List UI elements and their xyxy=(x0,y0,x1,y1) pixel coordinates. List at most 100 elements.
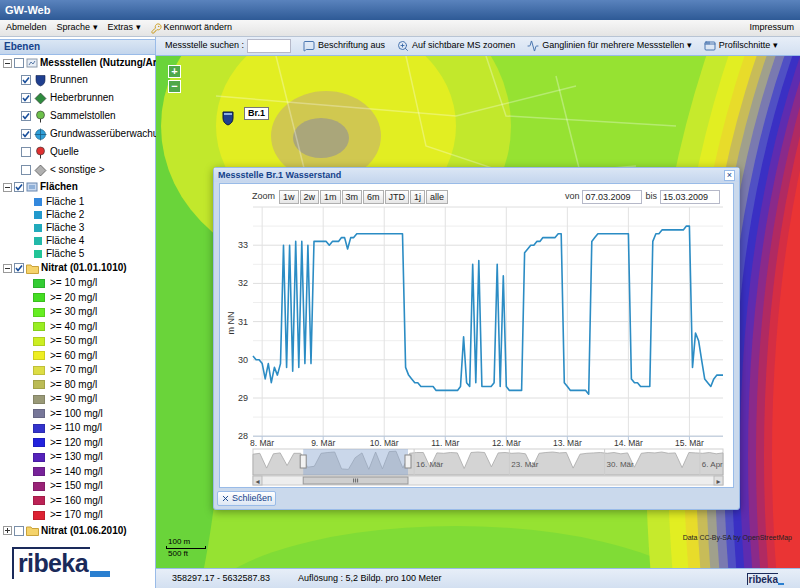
station-layer-label[interactable]: Heberbrunnen xyxy=(50,92,114,104)
area-layer-row[interactable]: Fläche 5 xyxy=(0,247,155,260)
area-layer-row[interactable]: Fläche 1 xyxy=(0,195,155,208)
water-level-chart[interactable]: m NN2829303132338. Mär9. Mär10. Mär11. M… xyxy=(225,205,731,487)
range-button[interactable]: 1j xyxy=(410,190,425,204)
station-layer-row[interactable]: Sammelstollen xyxy=(0,107,155,125)
close-button[interactable]: Schließen xyxy=(217,491,276,506)
layer-group-row[interactable]: Nitrat (01.06.2010) xyxy=(0,523,155,539)
collapse-icon[interactable] xyxy=(3,59,12,68)
legend-label: >= 20 mg/l xyxy=(50,292,97,304)
layer-group-row[interactable]: Messstellen (Nutzung/Art) xyxy=(0,55,155,71)
menu-item[interactable]: Sprache ▾ xyxy=(57,21,98,35)
svg-text:◂: ◂ xyxy=(255,477,259,486)
map-toolbar: Messstelle suchen :Beschriftung ausAuf s… xyxy=(156,37,800,56)
x-tick-label: 12. Mär xyxy=(492,438,521,448)
layer-group-row[interactable]: Nitrat (01.01.1010) xyxy=(0,260,155,276)
x-tick-label: 14. Mär xyxy=(614,438,643,448)
station-layer-label[interactable]: Grundwasserüberwachung xyxy=(50,128,170,140)
layer-checkbox[interactable] xyxy=(14,182,24,192)
to-date-input[interactable] xyxy=(660,190,720,204)
range-button[interactable]: JTD xyxy=(385,190,410,204)
zoom-in-button[interactable]: + xyxy=(168,65,181,78)
toolbar-button[interactable]: Ganglinien für mehrere Messstellen ▾ xyxy=(527,39,692,53)
close-window-button[interactable]: × xyxy=(724,170,735,181)
menu-item[interactable]: Abmelden xyxy=(6,21,47,35)
zoom-out-button[interactable]: − xyxy=(168,80,181,93)
legend-label: >= 60 mg/l xyxy=(50,350,97,362)
area-layer-row[interactable]: Fläche 4 xyxy=(0,234,155,247)
legend-swatch xyxy=(33,496,45,505)
station-search-input[interactable] xyxy=(247,39,291,53)
station-layer-label[interactable]: Quelle xyxy=(50,146,79,158)
layer-checkbox[interactable] xyxy=(21,129,31,139)
collapse-icon[interactable] xyxy=(3,183,12,192)
layer-group: Messstellen (Nutzung/Art) Brunnen Heberbru… xyxy=(0,55,155,179)
station-layer-row[interactable]: Heberbrunnen xyxy=(0,89,155,107)
range-button[interactable]: 6m xyxy=(363,190,384,204)
layer-group-label[interactable]: Flächen xyxy=(40,181,78,193)
station-layer-label[interactable]: Sammelstollen xyxy=(50,110,116,122)
imprint-link[interactable]: Impressum xyxy=(749,21,794,35)
area-layer-row[interactable]: Fläche 3 xyxy=(0,221,155,234)
hydrograph-window[interactable]: Messstelle Br.1 Wasserstand×Zoom1w2w1m3m… xyxy=(213,167,740,510)
expand-icon[interactable] xyxy=(3,526,12,535)
diamond-station-icon xyxy=(34,164,47,177)
layer-group-label[interactable]: Nitrat (01.06.2010) xyxy=(41,525,127,537)
menu-item[interactable]: Extras ▾ xyxy=(108,21,141,35)
range-button[interactable]: 3m xyxy=(342,190,363,204)
toolbar-button[interactable]: Beschriftung aus xyxy=(303,39,385,53)
layer-checkbox[interactable] xyxy=(14,58,24,68)
legend-row: >= 90 mg/l xyxy=(0,392,155,407)
x-tick-label: 15. Mär xyxy=(675,438,704,448)
legend-row: >= 170 mg/l xyxy=(0,508,155,523)
station-layer-row[interactable]: Grundwasserüberwachung xyxy=(0,125,155,143)
chart-navigator: 16. Mär23. Mär30. Mär6. Apr xyxy=(253,449,723,475)
toolbar-button[interactable]: Profilschnitte ▾ xyxy=(704,39,778,53)
station-layer-row[interactable]: < sonstige > xyxy=(0,161,155,179)
zoom-to-stations-icon xyxy=(397,40,409,52)
toolbar-button[interactable]: Auf sichtbare MS zoomen xyxy=(397,39,515,53)
layer-checkbox[interactable] xyxy=(21,111,31,121)
layer-checkbox[interactable] xyxy=(21,75,31,85)
range-button[interactable]: 1m xyxy=(320,190,341,204)
layer-checkbox[interactable] xyxy=(21,165,31,175)
navigator-tick-label: 23. Mär xyxy=(511,460,538,469)
area-layer-label[interactable]: Fläche 4 xyxy=(46,235,84,247)
range-button[interactable]: 2w xyxy=(300,190,320,204)
legend-row: >= 30 mg/l xyxy=(0,305,155,320)
area-layer-label[interactable]: Fläche 5 xyxy=(46,248,84,260)
station-layer-label[interactable]: Brunnen xyxy=(50,74,88,86)
area-layer-row[interactable]: Fläche 2 xyxy=(0,208,155,221)
y-tick-label: 32 xyxy=(238,278,248,288)
legend-label: >= 150 mg/l xyxy=(50,480,103,492)
range-button[interactable]: 1w xyxy=(279,190,299,204)
station-layer-label[interactable]: < sonstige > xyxy=(50,164,104,176)
layer-group-label[interactable]: Nitrat (01.01.1010) xyxy=(41,262,127,274)
layer-checkbox[interactable] xyxy=(14,526,24,536)
menu-item[interactable]: Kennwort ändern xyxy=(151,21,233,35)
area-layer-label[interactable]: Fläche 3 xyxy=(46,222,84,234)
area-layer-label[interactable]: Fläche 1 xyxy=(46,196,84,208)
well-marker-icon xyxy=(222,111,234,126)
layer-checkbox[interactable] xyxy=(21,93,31,103)
station-layer-row[interactable]: Brunnen xyxy=(0,71,155,89)
map-marker[interactable]: Br.1 xyxy=(222,107,269,126)
label-toggle-icon xyxy=(303,40,315,52)
window-title-bar[interactable]: Messstelle Br.1 Wasserstand× xyxy=(214,168,739,182)
area-layer-label[interactable]: Fläche 2 xyxy=(46,209,84,221)
from-label: von xyxy=(565,190,580,204)
legend-label: >= 120 mg/l xyxy=(50,437,103,449)
range-button[interactable]: alle xyxy=(426,190,448,204)
stations-layer-icon xyxy=(26,57,38,69)
collapse-icon[interactable] xyxy=(3,264,12,273)
layer-checkbox[interactable] xyxy=(21,147,31,157)
legend-swatch xyxy=(33,467,45,476)
layer-checkbox[interactable] xyxy=(14,263,24,273)
legend-label: >= 160 mg/l xyxy=(50,495,103,507)
station-layer-row[interactable]: Quelle xyxy=(0,143,155,161)
layer-group-label[interactable]: Messstellen (Nutzung/Art) xyxy=(40,57,163,69)
layer-group-row[interactable]: Flächen xyxy=(0,179,155,195)
map-canvas[interactable]: +−Br.1100 m500 ftData CC-By-SA by OpenSt… xyxy=(156,56,800,568)
legend-row: >= 160 mg/l xyxy=(0,494,155,509)
legend-swatch xyxy=(33,322,45,331)
from-date-input[interactable] xyxy=(582,190,642,204)
